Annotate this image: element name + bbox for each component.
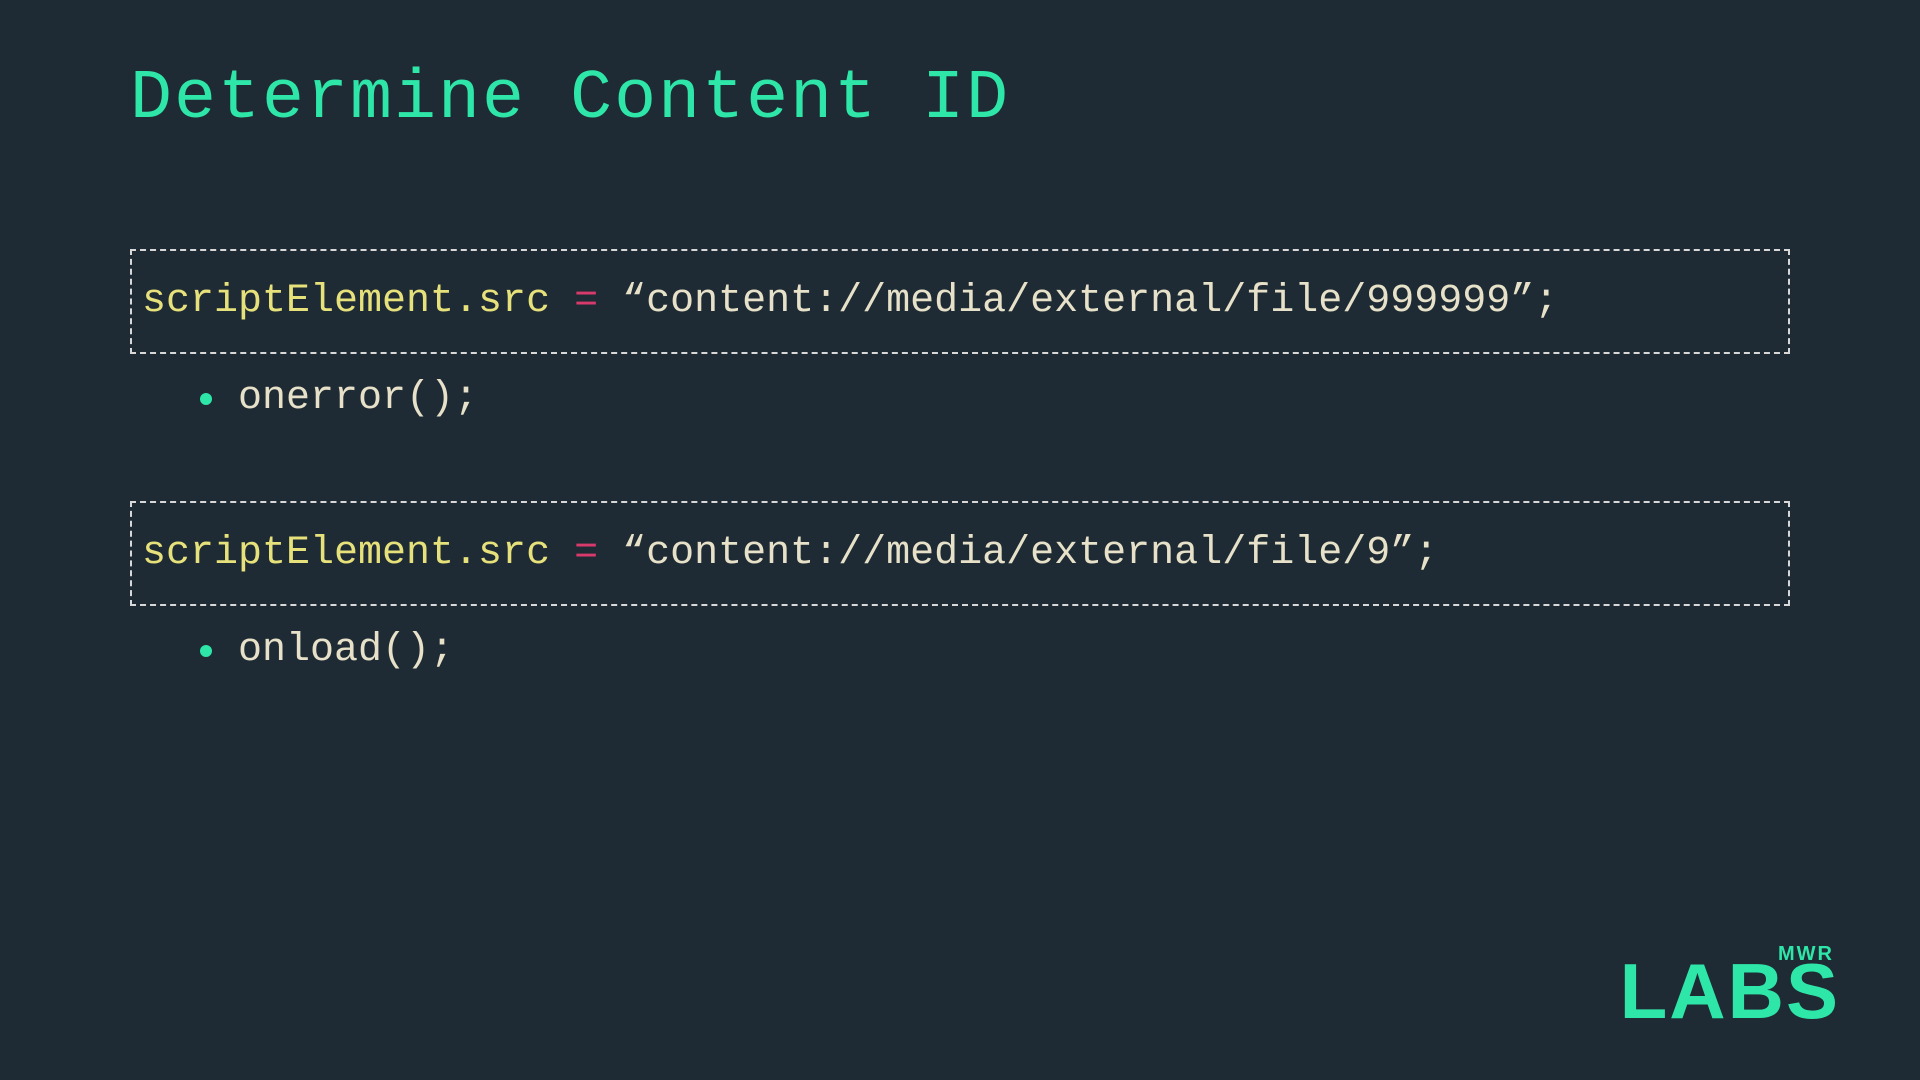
- code-operator: =: [550, 279, 622, 324]
- code-semi: ;: [1414, 531, 1438, 576]
- bullet-text: onerror();: [238, 376, 478, 421]
- logo-bottom-text: LABS: [1620, 952, 1840, 1030]
- bullet-row-2: onload();: [200, 628, 1790, 673]
- bullet-text: onload();: [238, 628, 454, 673]
- code-line-2: scriptElement.src = “content://media/ext…: [142, 531, 1778, 576]
- code-operator: =: [550, 531, 622, 576]
- code-object: scriptElement.src: [142, 279, 550, 324]
- code-string: “content://media/external/file/9”: [622, 531, 1414, 576]
- code-semi: ;: [1534, 279, 1558, 324]
- slide: Determine Content ID scriptElement.src =…: [0, 0, 1920, 1080]
- bullet-icon: [200, 393, 212, 405]
- code-box-2: scriptElement.src = “content://media/ext…: [130, 501, 1790, 606]
- code-box-1: scriptElement.src = “content://media/ext…: [130, 249, 1790, 354]
- bullet-icon: [200, 645, 212, 657]
- slide-title: Determine Content ID: [130, 60, 1790, 139]
- code-object: scriptElement.src: [142, 531, 550, 576]
- code-line-1: scriptElement.src = “content://media/ext…: [142, 279, 1778, 324]
- code-string: “content://media/external/file/999999”: [622, 279, 1534, 324]
- bullet-row-1: onerror();: [200, 376, 1790, 421]
- mwr-labs-logo: MWR LABS: [1620, 943, 1840, 1030]
